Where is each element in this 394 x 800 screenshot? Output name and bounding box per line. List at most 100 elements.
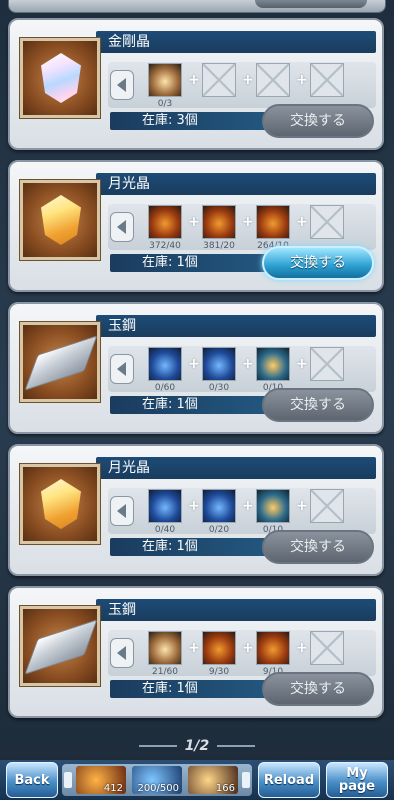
plus-icon: + (242, 214, 254, 230)
strip-item[interactable]: 412 (76, 766, 126, 794)
page-number: 1/2 (184, 738, 210, 754)
material-slots: 0/40 + 0/20 + 0/10 + (108, 488, 376, 535)
plus-icon: + (296, 214, 308, 230)
left-arrow-icon[interactable] (110, 212, 134, 242)
material-slots: 21/60 + 9/30 + 9/10 + (108, 630, 376, 677)
strip-count: 412 (103, 783, 123, 794)
strip-count: 200/500 (137, 783, 179, 794)
plus-icon: + (188, 72, 200, 88)
item-thumbnail (20, 606, 100, 686)
item-title: 月光晶 (108, 176, 150, 192)
bottom-navbar: Back 412 200/500 166 Reload My page (0, 760, 394, 800)
water-orb-icon (202, 489, 236, 523)
left-arrow-icon[interactable] (110, 354, 134, 384)
mypage-button[interactable]: My page (326, 762, 388, 798)
title-bar: 月光晶 (96, 457, 376, 479)
fire-ring-icon (256, 631, 290, 665)
fire-orb-icon (202, 631, 236, 665)
back-label: Back (14, 773, 50, 788)
stock-count: 在庫: 3個 (142, 113, 198, 128)
moonlight-crystal-icon (41, 195, 81, 245)
item-title: 玉鋼 (108, 318, 136, 334)
material-count: 0/60 (154, 383, 176, 393)
fire-orb-icon (256, 205, 290, 239)
water-essence-icon (256, 347, 290, 381)
exchange-button[interactable]: 交換する (262, 388, 374, 422)
previous-card-stub (8, 0, 386, 13)
water-material-icon (148, 489, 182, 523)
material-count: 381/20 (203, 241, 235, 251)
exchange-button[interactable]: 交換する (262, 530, 374, 564)
water-material-icon (148, 347, 182, 381)
item-title: 金剛晶 (108, 34, 150, 50)
plus-icon: + (188, 498, 200, 514)
plus-icon: + (296, 72, 308, 88)
stock-bar: 在庫: 1個 (110, 538, 270, 556)
left-arrow-icon[interactable] (110, 638, 134, 668)
strip-item[interactable]: 166 (188, 766, 238, 794)
diamond-crystal-icon (41, 53, 81, 103)
plus-icon: + (296, 498, 308, 514)
sword-material-icon (148, 631, 182, 665)
strip-left-arrow-icon[interactable] (64, 772, 72, 788)
item-title: 玉鋼 (108, 602, 136, 618)
item-thumbnail (20, 180, 100, 260)
exchange-card: 月光晶 372/40 + 381/20 + 264/10 + 在庫: 1個 交換… (8, 160, 384, 292)
fire-material-icon (148, 205, 182, 239)
empty-slot-icon (202, 63, 236, 97)
empty-slot-icon (310, 347, 344, 381)
stock-bar: 在庫: 1個 (110, 680, 270, 698)
exchange-button[interactable]: 交換する (262, 672, 374, 706)
plus-icon: + (242, 640, 254, 656)
empty-slot-icon (256, 63, 290, 97)
exchange-card: 月光晶 0/40 + 0/20 + 0/10 + 在庫: 1個 交換する (8, 444, 384, 576)
plus-icon: + (242, 356, 254, 372)
title-bar: 金剛晶 (96, 31, 376, 53)
plus-icon: + (242, 498, 254, 514)
material-count: 9/30 (208, 667, 230, 677)
stock-count: 在庫: 1個 (142, 255, 198, 270)
strip-count: 166 (215, 783, 235, 794)
exchange-card: 玉鋼 21/60 + 9/30 + 9/10 + 在庫: 1個 交換する (8, 586, 384, 718)
reload-button[interactable]: Reload (258, 762, 320, 798)
item-thumbnail (20, 464, 100, 544)
item-title: 月光晶 (108, 460, 150, 476)
back-button[interactable]: Back (6, 762, 58, 798)
left-arrow-icon[interactable] (110, 70, 134, 100)
stock-bar: 在庫: 1個 (110, 254, 270, 272)
item-thumbnail (20, 322, 100, 402)
material-slots: 0/60 + 0/30 + 0/10 + (108, 346, 376, 393)
empty-slot-icon (310, 631, 344, 665)
plus-icon: + (188, 640, 200, 656)
exchange-button[interactable]: 交換する (262, 246, 374, 280)
reload-label: Reload (263, 773, 315, 788)
empty-slot-icon (310, 205, 344, 239)
title-bar: 玉鋼 (96, 599, 376, 621)
plus-icon: + (188, 214, 200, 230)
material-count: 0/30 (208, 383, 230, 393)
material-slots: 0/3 + + + (108, 62, 376, 109)
plus-icon: + (296, 356, 308, 372)
exchange-button[interactable]: 交換する (262, 104, 374, 138)
empty-slot-icon (310, 489, 344, 523)
material-count: 0/20 (208, 525, 230, 535)
ingot-icon (24, 619, 98, 675)
plus-icon: + (296, 640, 308, 656)
empty-slot-icon (310, 63, 344, 97)
left-arrow-icon[interactable] (110, 496, 134, 526)
previous-exchange-button-stub (255, 0, 367, 8)
plus-icon: + (242, 72, 254, 88)
ingot-icon (24, 335, 98, 391)
strip-item[interactable]: 200/500 (132, 766, 182, 794)
water-essence-icon (256, 489, 290, 523)
plus-icon: + (188, 356, 200, 372)
stock-count: 在庫: 1個 (142, 539, 198, 554)
strip-right-arrow-icon[interactable] (242, 772, 250, 788)
item-thumbnail (20, 38, 100, 118)
exchange-card: 金剛晶 0/3 + + + 在庫: 3個 交換する (8, 18, 384, 150)
stock-count: 在庫: 1個 (142, 681, 198, 696)
moonlight-crystal-icon (41, 479, 81, 529)
sword-material-icon (148, 63, 182, 97)
material-count: 0/3 (157, 99, 173, 109)
material-count: 21/60 (152, 667, 178, 677)
